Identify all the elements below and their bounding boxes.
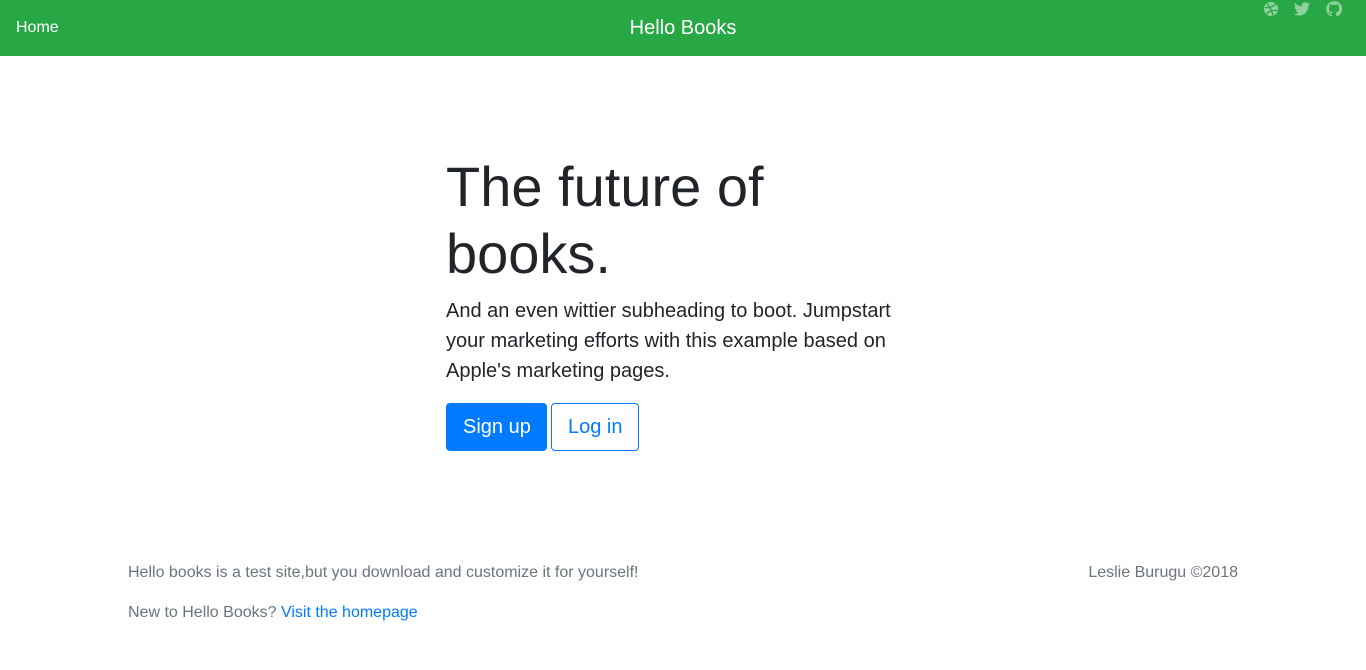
github-icon[interactable] bbox=[1325, 0, 1343, 18]
hero-section: The future of books. And an even wittier… bbox=[446, 153, 916, 451]
footer-new-prompt: New to Hello Books? bbox=[128, 604, 277, 621]
visit-homepage-link[interactable]: Visit the homepage bbox=[281, 604, 418, 621]
hero-actions: Sign up Log in bbox=[446, 403, 916, 451]
twitter-icon[interactable] bbox=[1293, 0, 1311, 18]
hero-subheading: And an even wittier subheading to boot. … bbox=[446, 300, 891, 382]
brand-title[interactable]: Hello Books bbox=[630, 17, 737, 39]
footer-copyright: Leslie Burugu ©2018 bbox=[1088, 564, 1238, 581]
footer-homepage-prompt: New to Hello Books? Visit the homepage bbox=[128, 603, 418, 623]
signup-button[interactable]: Sign up bbox=[446, 403, 547, 451]
footer-tagline: Hello books is a test site,but you downl… bbox=[128, 564, 639, 581]
dribbble-icon[interactable] bbox=[1262, 0, 1280, 18]
login-button[interactable]: Log in bbox=[551, 403, 639, 451]
hero-title: The future of books. bbox=[446, 155, 764, 285]
top-navbar: Home Hello Books bbox=[0, 0, 1366, 56]
nav-home-link[interactable]: Home bbox=[16, 18, 59, 38]
